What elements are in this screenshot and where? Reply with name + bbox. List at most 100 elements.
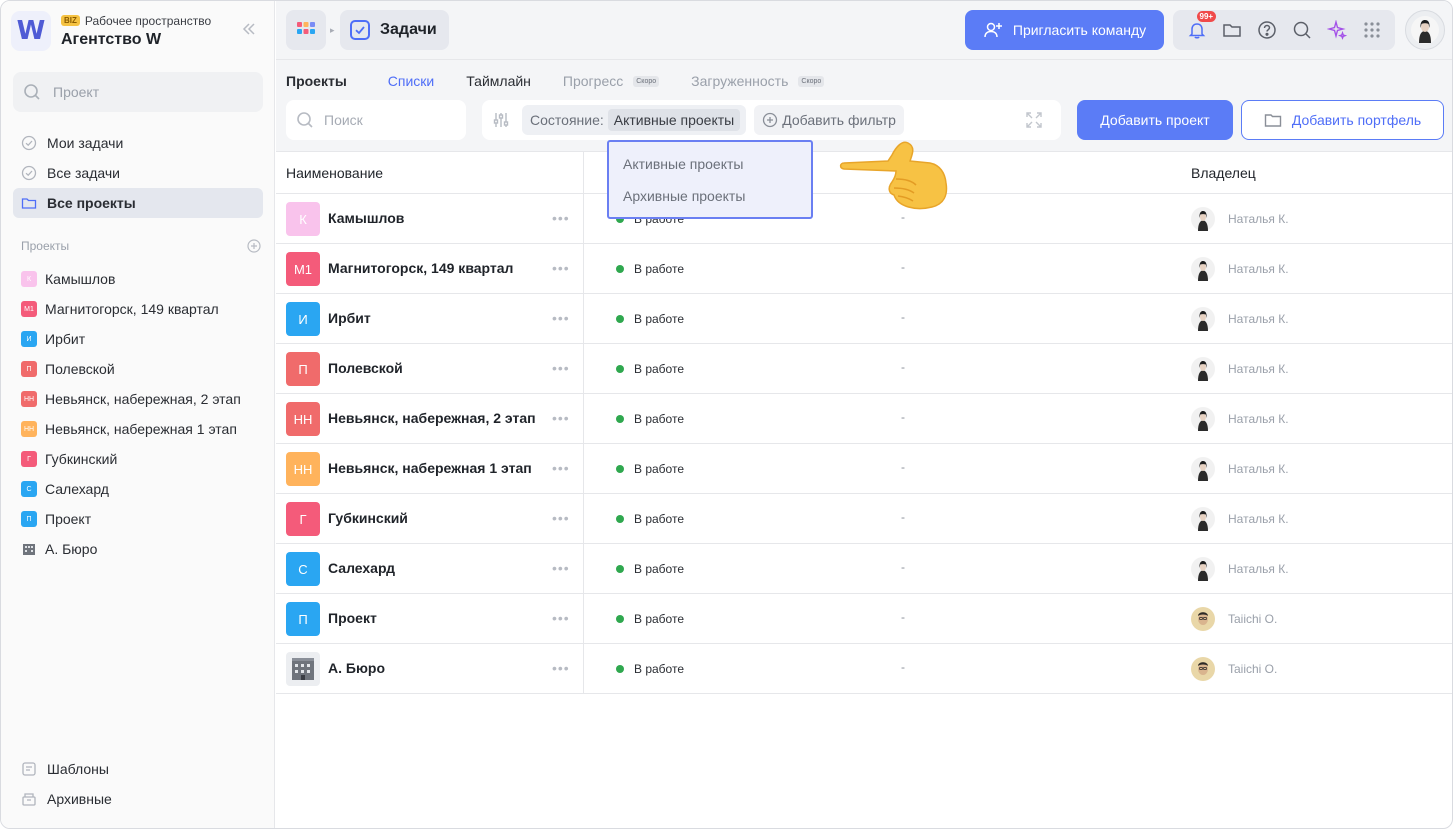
breadcrumb-tasks[interactable]: Задачи bbox=[340, 10, 449, 50]
invite-team-button[interactable]: Пригласить команду bbox=[965, 10, 1164, 50]
table-row[interactable]: М1 Магнитогорск, 149 квартал ••• В работ… bbox=[276, 244, 1452, 294]
sidebar-item-project[interactable]: П Полевской bbox=[13, 354, 263, 384]
more-options-icon[interactable]: ••• bbox=[552, 260, 570, 276]
expand-icon[interactable] bbox=[1025, 111, 1043, 132]
more-options-icon[interactable]: ••• bbox=[552, 310, 570, 326]
more-options-icon[interactable]: ••• bbox=[552, 360, 570, 376]
owner-cell[interactable]: Наталья К. bbox=[1191, 207, 1289, 231]
sidebar-search-input[interactable]: Проект bbox=[13, 72, 263, 112]
project-name[interactable]: Полевской bbox=[328, 360, 403, 376]
owner-cell[interactable]: Taiichi O. bbox=[1191, 657, 1277, 681]
column-header-name[interactable]: Наименование bbox=[286, 165, 383, 181]
sidebar-item-project[interactable]: НН Невьянск, набережная 1 этап bbox=[13, 414, 263, 444]
breadcrumb-label: Задачи bbox=[380, 21, 437, 38]
owner-cell[interactable]: Наталья К. bbox=[1191, 257, 1289, 281]
sidebar-item-project[interactable]: С Салехард bbox=[13, 474, 263, 504]
table-row[interactable]: И Ирбит ••• В работе - Наталья К. bbox=[276, 294, 1452, 344]
table-row[interactable]: А. Бюро ••• В работе - Taiichi O. bbox=[276, 644, 1452, 694]
tab-projects[interactable]: Проекты bbox=[286, 73, 347, 89]
owner-cell[interactable]: Наталья К. bbox=[1191, 357, 1289, 381]
status-badge[interactable]: В работе bbox=[616, 662, 684, 676]
apps-menu-button[interactable] bbox=[1360, 18, 1384, 42]
project-name[interactable]: Невьянск, набережная 1 этап bbox=[328, 460, 532, 476]
more-options-icon[interactable]: ••• bbox=[552, 510, 570, 526]
project-name[interactable]: Проект bbox=[328, 610, 377, 626]
status-badge[interactable]: В работе bbox=[616, 262, 684, 276]
status-badge[interactable]: В работе bbox=[616, 462, 684, 476]
sidebar-item-project[interactable]: К Камышлов bbox=[13, 264, 263, 294]
folder-icon bbox=[1264, 114, 1282, 127]
table-row[interactable]: Г Губкинский ••• В работе - Наталья К. bbox=[276, 494, 1452, 544]
owner-cell[interactable]: Наталья К. bbox=[1191, 407, 1289, 431]
owner-cell[interactable]: Наталья К. bbox=[1191, 507, 1289, 531]
sidebar-item-label: Шаблоны bbox=[47, 761, 109, 777]
owner-cell[interactable]: Наталья К. bbox=[1191, 307, 1289, 331]
more-options-icon[interactable]: ••• bbox=[552, 560, 570, 576]
sidebar-item-templates[interactable]: Шаблоны bbox=[13, 754, 263, 784]
filter-settings-icon[interactable] bbox=[492, 111, 510, 129]
help-button[interactable] bbox=[1255, 18, 1279, 42]
table-row[interactable]: НН Невьянск, набережная 1 этап ••• В раб… bbox=[276, 444, 1452, 494]
collapse-sidebar-icon[interactable] bbox=[239, 19, 259, 39]
owner-cell[interactable]: Наталья К. bbox=[1191, 557, 1289, 581]
tab-timeline[interactable]: Таймлайн bbox=[466, 73, 531, 89]
biz-badge: BIZ bbox=[61, 15, 80, 26]
owner-avatar bbox=[1191, 257, 1215, 281]
app-grid-icon bbox=[297, 22, 315, 34]
more-options-icon[interactable]: ••• bbox=[552, 460, 570, 476]
status-badge[interactable]: В работе bbox=[616, 512, 684, 526]
sidebar-item-all-projects[interactable]: Все проекты bbox=[13, 188, 263, 218]
sidebar-item-archive[interactable]: Архивные bbox=[13, 784, 263, 814]
ai-assistant-button[interactable] bbox=[1325, 18, 1349, 42]
notifications-button[interactable]: 99+ bbox=[1185, 11, 1217, 42]
status-badge[interactable]: В работе bbox=[616, 562, 684, 576]
sidebar-item-project[interactable]: НН Невьянск, набережная, 2 этап bbox=[13, 384, 263, 414]
project-name[interactable]: Невьянск, набережная, 2 этап bbox=[328, 410, 536, 426]
project-name[interactable]: А. Бюро bbox=[328, 660, 385, 676]
status-badge[interactable]: В работе bbox=[616, 312, 684, 326]
more-options-icon[interactable]: ••• bbox=[552, 210, 570, 226]
add-filter-button[interactable]: Добавить фильтр bbox=[754, 105, 904, 135]
project-name[interactable]: Ирбит bbox=[328, 310, 371, 326]
search-button[interactable] bbox=[1290, 18, 1314, 42]
more-options-icon[interactable]: ••• bbox=[552, 610, 570, 626]
table-row[interactable]: П Полевской ••• В работе - Наталья К. bbox=[276, 344, 1452, 394]
project-name[interactable]: Салехард bbox=[328, 560, 395, 576]
add-project-icon[interactable] bbox=[247, 239, 261, 253]
status-badge[interactable]: В работе bbox=[616, 412, 684, 426]
project-name[interactable]: Магнитогорск, 149 квартал bbox=[328, 260, 513, 276]
sidebar-item-my-tasks[interactable]: Мои задачи bbox=[13, 128, 263, 158]
sidebar-item-project[interactable]: А. Бюро bbox=[13, 534, 263, 564]
files-button[interactable] bbox=[1220, 18, 1244, 42]
owner-cell[interactable]: Taiichi O. bbox=[1191, 607, 1277, 631]
column-header-owner[interactable]: Владелец bbox=[1191, 165, 1256, 181]
more-options-icon[interactable]: ••• bbox=[552, 660, 570, 676]
project-search-input[interactable]: Поиск bbox=[286, 100, 466, 140]
app-grid-button[interactable] bbox=[286, 10, 326, 50]
dropdown-option-active[interactable]: Активные проекты bbox=[609, 154, 811, 186]
add-portfolio-button[interactable]: Добавить портфель bbox=[1241, 100, 1444, 140]
state-filter-chip[interactable]: Состояние: Активные проекты bbox=[522, 105, 747, 135]
user-avatar[interactable] bbox=[1405, 10, 1445, 50]
owner-cell[interactable]: Наталья К. bbox=[1191, 457, 1289, 481]
table-row[interactable]: П Проект ••• В работе - Taiichi O. bbox=[276, 594, 1452, 644]
sidebar-item-project[interactable]: Г Губкинский bbox=[13, 444, 263, 474]
sidebar-item-all-tasks[interactable]: Все задачи bbox=[13, 158, 263, 188]
tab-workload[interactable]: Загруженность Скоро bbox=[691, 73, 825, 89]
add-project-button[interactable]: Добавить проект bbox=[1077, 100, 1233, 140]
status-dot bbox=[616, 265, 624, 273]
sidebar-item-project[interactable]: П Проект bbox=[13, 504, 263, 534]
status-badge[interactable]: В работе bbox=[616, 362, 684, 376]
sidebar-item-project[interactable]: М1 Магнитогорск, 149 квартал bbox=[13, 294, 263, 324]
tab-progress[interactable]: Прогресс Скоро bbox=[563, 73, 660, 89]
table-row[interactable]: С Салехард ••• В работе - Наталья К. bbox=[276, 544, 1452, 594]
tab-lists[interactable]: Списки bbox=[388, 73, 434, 89]
table-row[interactable]: НН Невьянск, набережная, 2 этап ••• В ра… bbox=[276, 394, 1452, 444]
sidebar-item-project[interactable]: И Ирбит bbox=[13, 324, 263, 354]
dropdown-option-archived[interactable]: Архивные проекты bbox=[609, 186, 811, 218]
status-badge[interactable]: В работе bbox=[616, 612, 684, 626]
project-name[interactable]: Камышлов bbox=[328, 210, 404, 226]
workspace-switcher[interactable]: W BIZ Рабочее пространство Агентство W bbox=[11, 11, 211, 51]
project-name[interactable]: Губкинский bbox=[328, 510, 408, 526]
more-options-icon[interactable]: ••• bbox=[552, 410, 570, 426]
